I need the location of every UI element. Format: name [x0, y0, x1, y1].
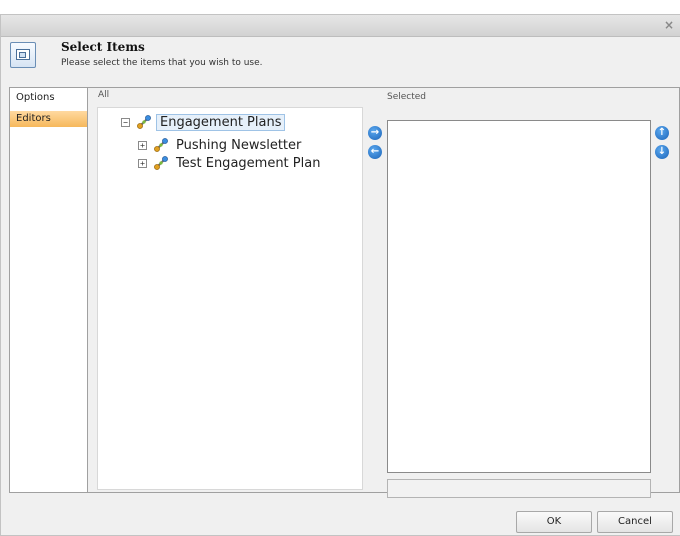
engagement-plan-icon [154, 156, 168, 170]
all-items-tree[interactable]: − Engagement Plans + Pushing Newsletter … [97, 107, 363, 490]
selected-items-list[interactable] [387, 120, 651, 473]
remove-arrow-icon[interactable]: ← [368, 145, 382, 159]
expand-icon[interactable]: + [138, 158, 147, 168]
move-up-arrow-icon[interactable]: ↑ [655, 126, 669, 140]
add-arrow-icon[interactable]: → [368, 126, 382, 140]
engagement-plan-icon [154, 138, 168, 152]
dialog-content: Options Editors All Selected − Engagemen… [9, 87, 680, 498]
dialog-subtitle: Please select the items that you wish to… [61, 58, 263, 68]
tab-options[interactable]: Options [10, 90, 87, 106]
tree-node-label[interactable]: Test Engagement Plan [173, 156, 323, 171]
title-bar[interactable]: × [1, 15, 680, 37]
tab-editors[interactable]: Editors [10, 111, 87, 127]
collapse-icon[interactable]: − [121, 117, 130, 127]
engagement-plan-icon [137, 115, 151, 129]
ok-button[interactable]: OK [516, 511, 592, 533]
tree-node-test-engagement-plan[interactable]: + Test Engagement Plan [138, 154, 323, 172]
select-items-icon [10, 42, 36, 68]
expand-icon[interactable]: + [138, 140, 147, 150]
dialog-title: Select Items [61, 40, 145, 54]
close-icon[interactable]: × [662, 18, 676, 32]
selected-item-info-field [387, 479, 651, 498]
tree-node-label[interactable]: Pushing Newsletter [173, 138, 304, 153]
move-down-arrow-icon[interactable]: ↓ [655, 145, 669, 159]
dialog-header: Select Items Please select the items tha… [1, 38, 680, 76]
select-items-dialog: × Select Items Please select the items t… [0, 14, 680, 536]
tree-node-label[interactable]: Engagement Plans [156, 113, 286, 131]
tab-list: Options Editors [10, 88, 88, 492]
cancel-button[interactable]: Cancel [597, 511, 673, 533]
tree-node-pushing-newsletter[interactable]: + Pushing Newsletter [138, 136, 304, 154]
selected-panel-label: Selected [387, 92, 427, 102]
all-panel-label: All [98, 90, 110, 100]
tree-node-engagement-plans[interactable]: − Engagement Plans [121, 113, 286, 131]
